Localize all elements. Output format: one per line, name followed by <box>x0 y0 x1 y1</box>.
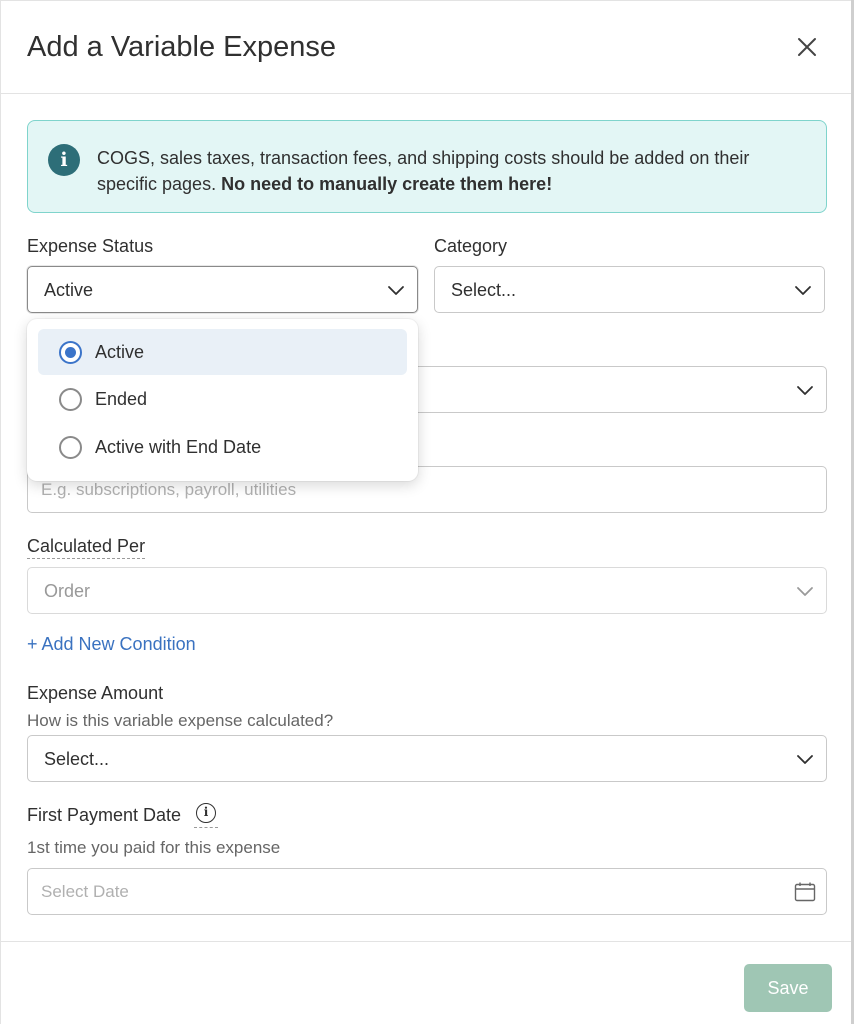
dropdown-option-active[interactable]: Active <box>38 329 407 375</box>
close-icon <box>798 38 816 56</box>
calculated-per-label: Calculated Per <box>27 536 146 559</box>
chevron-down-icon <box>797 587 813 596</box>
option-label: Ended <box>95 389 148 409</box>
expense-amount-label: Expense Amount <box>27 683 164 703</box>
dropdown-option-ended[interactable]: Ended <box>38 376 407 422</box>
chevron-down-icon <box>795 286 811 295</box>
chevron-down-icon <box>797 755 813 764</box>
expense-status-label: Expense Status <box>27 236 154 256</box>
dialog-footer: Save <box>1 941 853 1024</box>
radio-icon[interactable] <box>59 388 82 411</box>
calculated-per-value: Order <box>44 581 91 601</box>
option-label: Active <box>95 342 145 362</box>
add-variable-expense-dialog: Add a Variable Expense i COGS, sales tax… <box>0 0 854 1024</box>
expense-amount-select[interactable]: Select... <box>27 735 827 782</box>
category-label: Category <box>434 236 508 256</box>
save-button[interactable]: Save <box>744 964 832 1012</box>
option-label: Active with End Date <box>95 437 262 457</box>
chevron-down-icon <box>388 286 404 295</box>
chevron-down-icon <box>797 386 813 395</box>
dialog-title: Add a Variable Expense <box>27 31 337 63</box>
expense-status-value: Active <box>44 280 94 300</box>
expense-name-placeholder: E.g. subscriptions, payroll, utilities <box>41 480 297 499</box>
calculated-per-select[interactable]: Order <box>27 567 827 614</box>
expense-amount-sublabel: How is this variable expense calculated? <box>27 711 334 730</box>
info-banner: i COGS, sales taxes, transaction fees, a… <box>27 120 827 213</box>
add-new-condition-link[interactable]: + Add New Condition <box>27 634 196 655</box>
info-icon: i <box>48 144 80 176</box>
banner-text: COGS, sales taxes, transaction fees, and… <box>97 145 807 197</box>
banner-bold-message: No need to manually create them here! <box>221 174 553 194</box>
first-payment-date-input[interactable]: Select Date <box>27 868 827 915</box>
first-payment-sublabel: 1st time you paid for this expense <box>27 838 281 857</box>
first-payment-date-placeholder: Select Date <box>41 882 129 901</box>
first-payment-label: First Payment Date <box>27 805 182 825</box>
calculated-per-label-text: Calculated Per <box>27 536 146 559</box>
dropdown-option-active-with-end-date[interactable]: Active with End Date <box>38 424 407 470</box>
radio-selected-icon[interactable] <box>59 341 82 364</box>
expense-amount-value: Select... <box>44 749 110 769</box>
radio-icon[interactable] <box>59 436 82 459</box>
calendar-icon[interactable] <box>794 882 816 902</box>
info-icon-underline <box>194 827 218 828</box>
category-select[interactable]: Select... <box>434 266 825 313</box>
expense-status-dropdown: Active Ended Active with End Date <box>27 319 418 481</box>
dialog-header: Add a Variable Expense <box>1 1 853 94</box>
close-button[interactable] <box>794 34 820 60</box>
expense-status-select[interactable]: Active <box>27 266 418 313</box>
category-value: Select... <box>451 280 517 300</box>
info-icon[interactable]: i <box>196 803 216 823</box>
